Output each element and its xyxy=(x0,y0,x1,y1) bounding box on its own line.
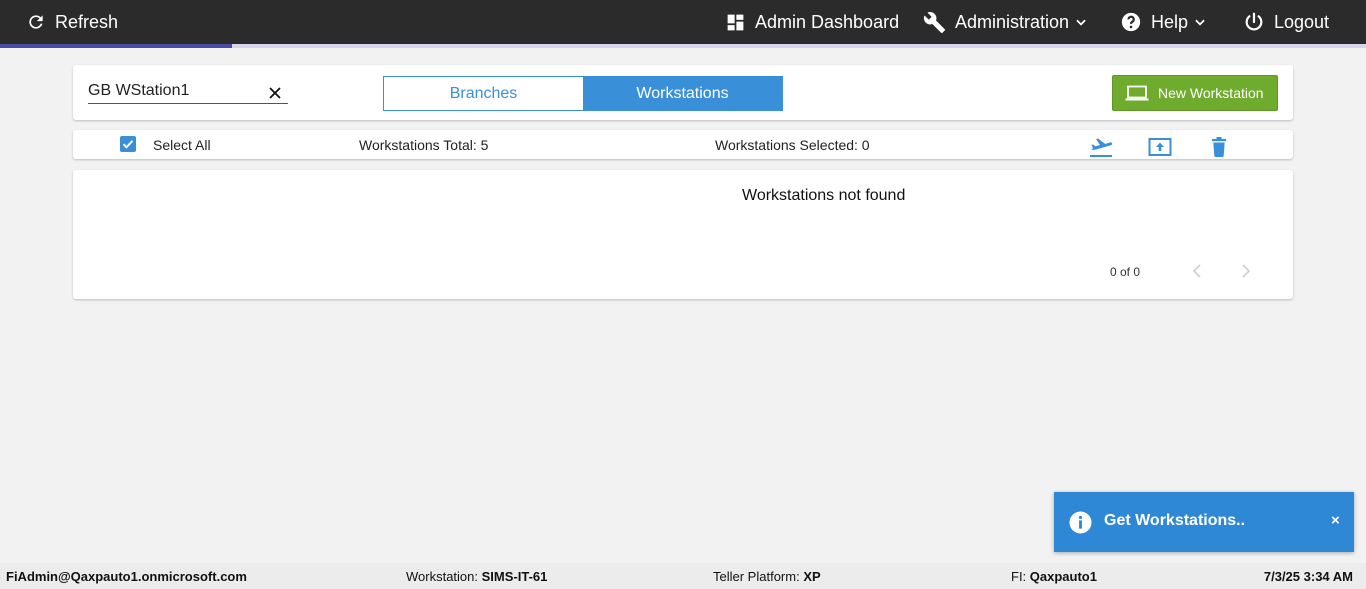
administration-menu[interactable]: Administration xyxy=(923,0,1088,44)
loading-progress-fill xyxy=(0,44,232,48)
status-user: FiAdmin@Qaxpauto1.onmicrosoft.com xyxy=(6,569,247,584)
workstations-total: Workstations Total: 5 xyxy=(359,137,489,153)
chevron-down-icon xyxy=(1074,15,1088,29)
previous-page-icon[interactable] xyxy=(1192,264,1202,283)
workstations-selected: Workstations Selected: 0 xyxy=(715,137,870,153)
clear-search-icon[interactable] xyxy=(268,86,282,100)
status-fi: FI: Qaxpauto1 xyxy=(1011,569,1097,584)
status-datetime: 7/3/25 3:34 AM xyxy=(1263,569,1353,584)
select-all-checkbox[interactable] xyxy=(120,136,136,152)
empty-state-message: Workstations not found xyxy=(742,187,906,204)
close-toast-button[interactable]: × xyxy=(1331,512,1340,529)
status-workstation: Workstation: SIMS-IT-61 xyxy=(406,569,547,584)
logout-button[interactable]: Logout xyxy=(1243,0,1329,44)
select-all-label[interactable]: Select All xyxy=(153,137,211,153)
pagination-text: 0 of 0 xyxy=(1110,265,1141,279)
top-navigation-bar: Refresh Admin Dashboard Administration H… xyxy=(0,0,1366,45)
power-icon xyxy=(1243,11,1265,33)
wrench-icon xyxy=(923,11,946,34)
notification-toast: Get Workstations.. × xyxy=(1054,492,1354,552)
refresh-button[interactable]: Refresh xyxy=(26,0,118,44)
administration-label: Administration xyxy=(955,11,1070,32)
upload-icon[interactable] xyxy=(1148,137,1172,162)
view-tabs: Branches Workstations xyxy=(383,76,783,111)
help-menu[interactable]: Help xyxy=(1120,0,1207,44)
toast-message: Get Workstations.. xyxy=(1104,512,1246,529)
refresh-label: Refresh xyxy=(55,11,119,32)
admin-dashboard-label: Admin Dashboard xyxy=(755,11,900,32)
status-platform-value: XP xyxy=(803,569,821,584)
laptop-icon xyxy=(1125,85,1149,102)
search-field[interactable] xyxy=(88,80,288,104)
status-fi-label: FI: xyxy=(1011,569,1027,584)
new-workstation-button[interactable]: New Workstation xyxy=(1112,75,1278,111)
status-workstation-label: Workstation: xyxy=(406,569,479,584)
help-label: Help xyxy=(1151,11,1189,32)
search-input[interactable] xyxy=(88,80,263,102)
info-icon xyxy=(1069,511,1092,539)
dashboard-icon xyxy=(725,12,746,33)
trash-icon[interactable] xyxy=(1211,137,1227,162)
loading-progress-bar xyxy=(0,44,1366,48)
tab-workstations[interactable]: Workstations xyxy=(583,77,782,110)
status-workstation-value: SIMS-IT-61 xyxy=(481,569,548,584)
status-fi-value: Qaxpauto1 xyxy=(1029,569,1097,584)
status-bar: FiAdmin@Qaxpauto1.onmicrosoft.com Workst… xyxy=(0,563,1366,589)
results-panel xyxy=(73,170,1293,299)
admin-dashboard-link[interactable]: Admin Dashboard xyxy=(725,0,899,44)
tab-branches[interactable]: Branches xyxy=(384,77,583,110)
flight-takeoff-icon[interactable] xyxy=(1089,137,1113,163)
new-workstation-label: New Workstation xyxy=(1158,85,1264,101)
next-page-icon[interactable] xyxy=(1241,264,1251,283)
help-icon xyxy=(1120,11,1142,33)
chevron-down-icon xyxy=(1193,15,1207,29)
status-platform: Teller Platform: XP xyxy=(713,569,821,584)
refresh-icon xyxy=(26,12,46,32)
status-platform-label: Teller Platform: xyxy=(713,569,800,584)
logout-label: Logout xyxy=(1274,11,1330,32)
